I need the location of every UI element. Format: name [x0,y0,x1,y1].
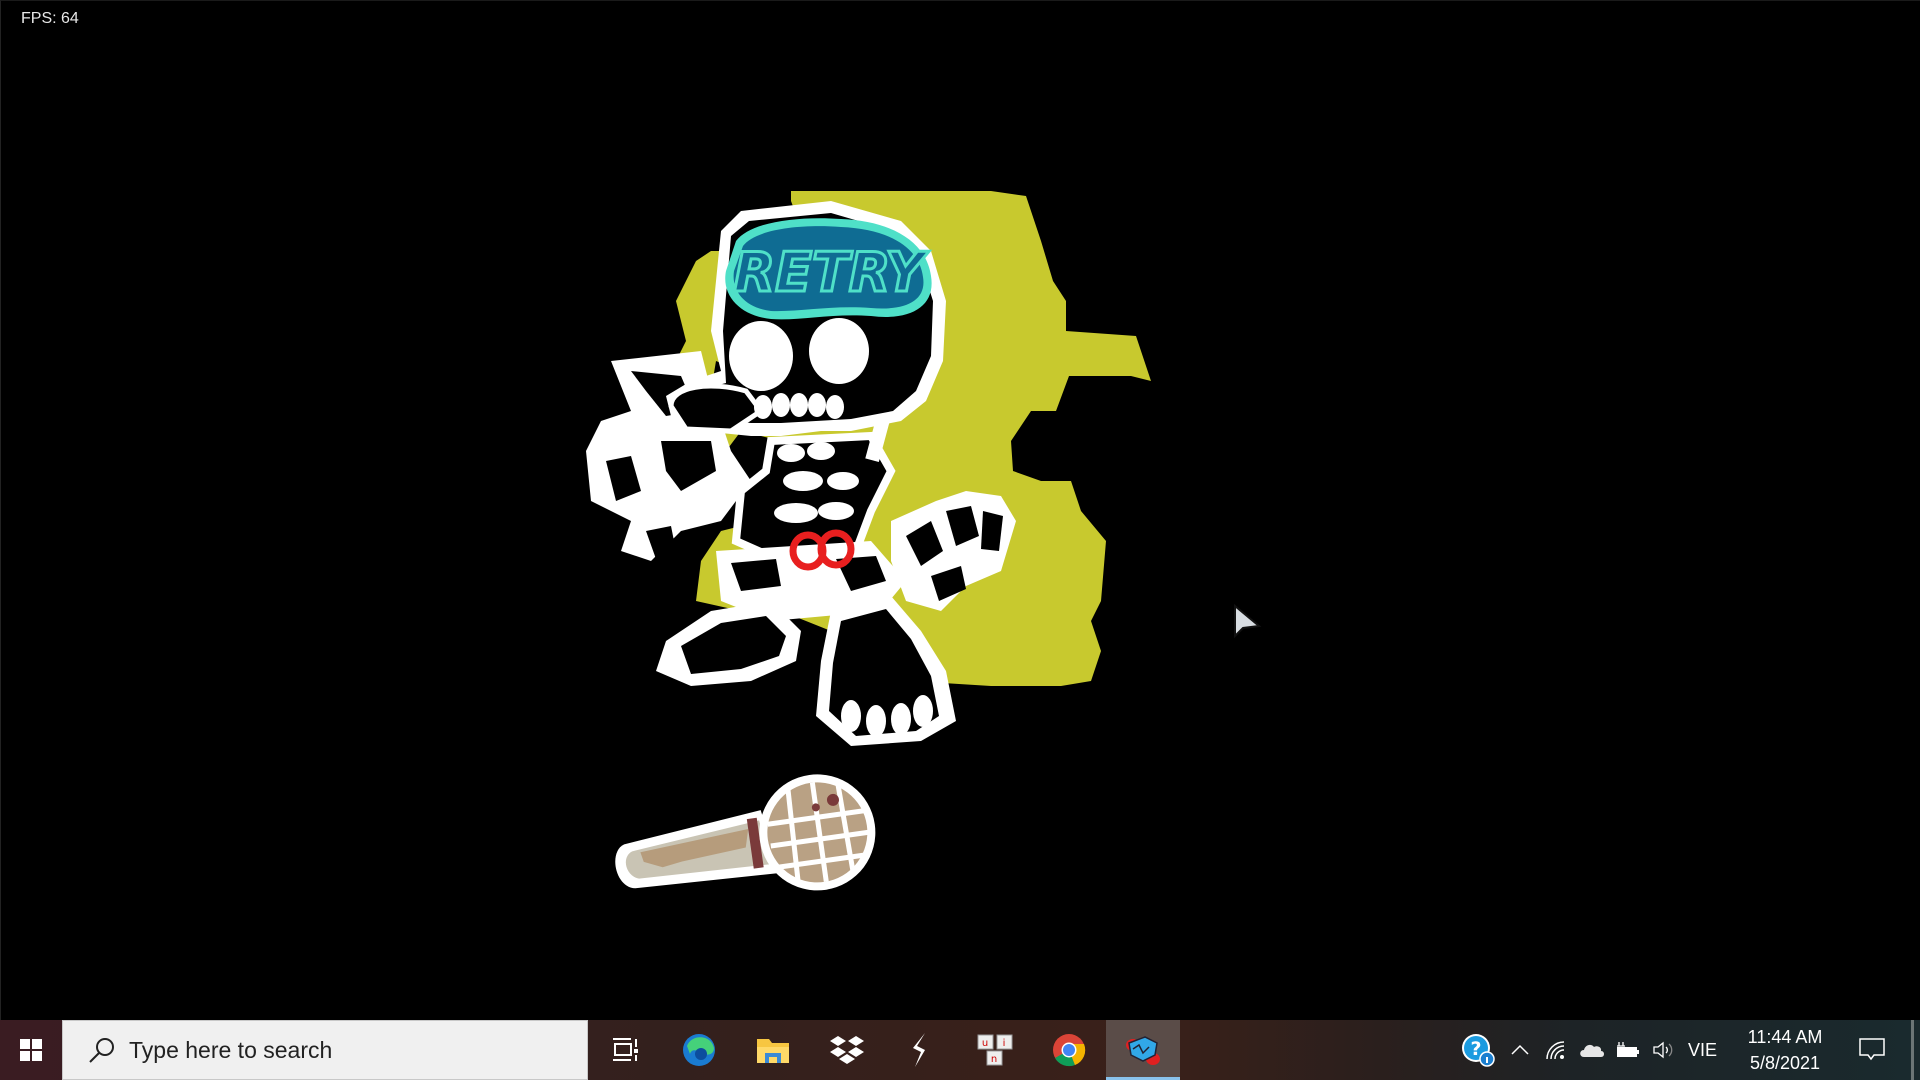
onedrive-icon [1580,1044,1604,1057]
dropbox-icon [830,1036,864,1064]
wifi-icon [1546,1041,1565,1060]
file-explorer-icon [757,1039,789,1063]
taskbar-dropbox[interactable] [810,1020,884,1080]
svg-text:i: i [1003,1038,1006,1049]
clock-date: 5/8/2021 [1749,1053,1821,1073]
taskbar-unikey[interactable]: u i n [958,1020,1032,1080]
chevron-up-icon [1511,1044,1529,1055]
taskbar-fnf-game[interactable] [1106,1020,1180,1080]
search-icon [89,1038,114,1063]
help-tray-button[interactable]: ? [1458,1020,1498,1080]
start-button[interactable] [0,1020,62,1080]
battery-charging-icon [1617,1042,1639,1057]
mouse-cursor-icon [1234,604,1262,639]
onedrive-button[interactable] [1578,1020,1606,1080]
network-button[interactable] [1542,1020,1570,1080]
stylus-icon [913,1033,925,1067]
chrome-icon [1053,1034,1086,1067]
taskbar-file-explorer[interactable] [736,1020,810,1080]
task-view-icon [613,1038,638,1061]
microphone [615,774,876,891]
game-over-skeleton-art: RETRY [586,191,1151,891]
help-info-icon: ? [1462,1034,1495,1067]
taskbar-chrome[interactable] [1032,1020,1106,1080]
clock-time: 11:44 AM [1747,1027,1823,1047]
windows-taskbar: Type here to search u i n ? VIE 11:44 AM… [0,1020,1920,1080]
windows-logo-icon [20,1039,42,1061]
action-center-button[interactable] [1852,1020,1892,1080]
edge-icon [683,1034,715,1066]
fnf-icon [1126,1036,1160,1065]
volume-button[interactable] [1650,1020,1678,1080]
show-desktop-button[interactable] [1911,1020,1914,1080]
taskbar-stylus-app[interactable] [884,1020,958,1080]
svg-text:u: u [982,1038,988,1049]
unikey-icon: u i n [977,1034,1013,1066]
volume-icon [1653,1041,1673,1059]
retry-logo: RETRY [733,241,929,304]
system-clock[interactable]: 11:44 AM 5/8/2021 [1730,1020,1840,1080]
task-view-button[interactable] [588,1020,662,1080]
game-window[interactable]: FPS: 64 RETRY [0,0,1920,1020]
battery-button[interactable] [1614,1020,1642,1080]
taskbar-edge[interactable] [662,1020,736,1080]
tray-overflow-button[interactable] [1508,1020,1532,1080]
action-center-icon [1859,1038,1885,1061]
input-language[interactable]: VIE [1688,1020,1717,1080]
search-placeholder: Type here to search [129,1036,333,1063]
search-box[interactable]: Type here to search [62,1020,588,1080]
fps-counter: FPS: 64 [21,10,79,27]
svg-text:n: n [991,1054,997,1065]
